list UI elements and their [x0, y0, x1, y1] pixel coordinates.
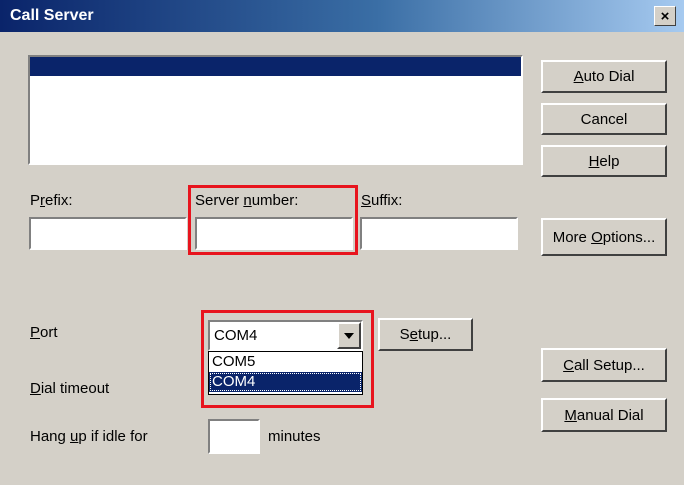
server-list[interactable]	[28, 55, 523, 165]
more-options-button[interactable]: More Options...	[541, 218, 667, 256]
port-highlight	[201, 310, 374, 408]
close-icon: ×	[660, 7, 670, 25]
server-number-highlight	[188, 185, 358, 255]
call-setup-button[interactable]: Call Setup...	[541, 348, 667, 382]
hang-up-minutes-input[interactable]	[208, 419, 260, 454]
port-setup-button[interactable]: Se tup...	[378, 318, 473, 351]
cancel-button[interactable]: Cancel	[541, 103, 667, 135]
minutes-label: minutes	[268, 428, 321, 445]
help-button[interactable]: Help	[541, 145, 667, 177]
title-bar	[0, 0, 684, 32]
list-item[interactable]	[30, 57, 521, 76]
hang-up-label: Hang up if idle for	[30, 428, 148, 445]
manual-dial-button[interactable]: Manual Dial	[541, 398, 667, 432]
close-button[interactable]: ×	[654, 6, 676, 26]
suffix-label: Suffix:	[361, 192, 403, 209]
window-title: Call Server	[10, 7, 94, 24]
prefix-input[interactable]	[29, 217, 187, 250]
auto-dial-button[interactable]: Auto Dial	[541, 60, 667, 93]
suffix-input[interactable]	[360, 217, 518, 250]
dial-timeout-label: Dial timeout	[30, 380, 110, 397]
port-label: Port	[30, 324, 58, 341]
prefix-label: Prefix:	[30, 192, 73, 209]
